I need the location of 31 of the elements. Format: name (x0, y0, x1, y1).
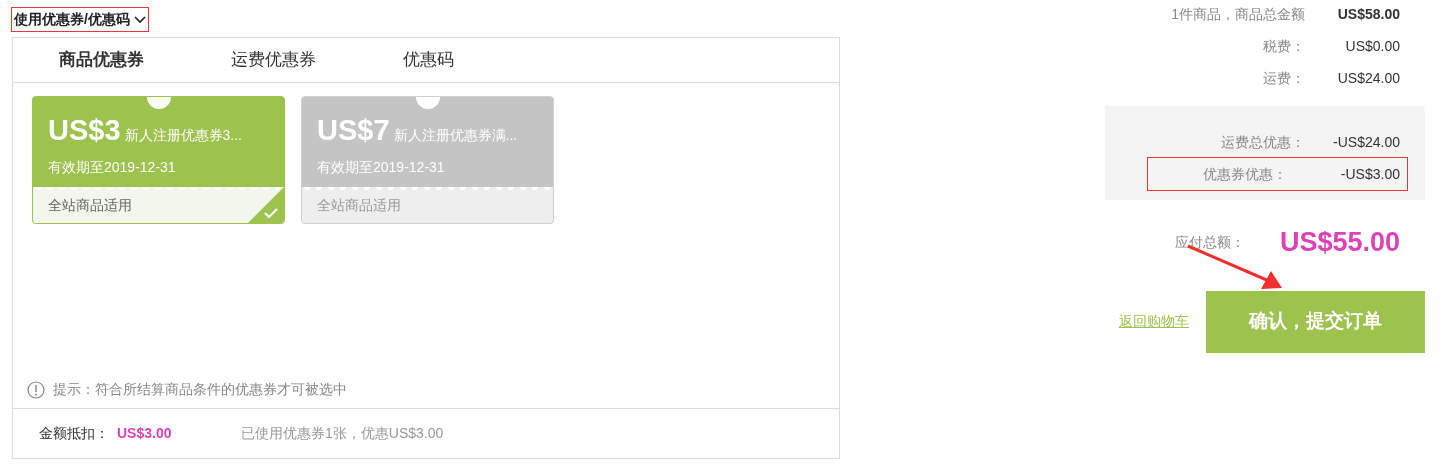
coupon-toggle[interactable]: 使用优惠券/优惠码 (12, 8, 148, 31)
coupon-amount: US$3 (48, 113, 121, 148)
caret-icon (133, 16, 146, 25)
coupon-scope: 全站商品适用 (302, 187, 553, 223)
coupon-tab[interactable]: 商品优惠券 (53, 38, 225, 82)
summary-label: 运费： (1263, 68, 1305, 88)
summary-value: US$24.00 (1336, 68, 1401, 88)
hint-text: 提示：符合所结算商品条件的优惠券才可被选中 (53, 380, 347, 399)
summary-label: 优惠券优惠： (1203, 164, 1287, 184)
summary-value: -US$24.00 (1332, 132, 1401, 152)
summary-value: US$0.00 (1344, 36, 1401, 56)
summary-value: -US$3.00 (1339, 164, 1401, 184)
coupon-validity: 有效期至2019-12-31 (48, 157, 177, 177)
summary-label: 1件商品，商品总金额 (1171, 4, 1305, 24)
coupon-amount: US$7 (317, 113, 390, 148)
coupon-tab[interactable]: 运费优惠券 (225, 38, 397, 82)
coupon-validity: 有效期至2019-12-31 (317, 157, 446, 177)
info-icon (27, 380, 45, 399)
summary-label: 运费总优惠： (1221, 132, 1305, 152)
deduction-value: US$3.00 (117, 424, 173, 443)
summary-value: US$58.00 (1336, 4, 1401, 24)
coupon-tab[interactable]: 优惠码 (397, 38, 569, 82)
coupon-scope: 全站商品适用 (33, 187, 284, 223)
coupon-card[interactable]: US$3 新人注册优惠券3... 有效期至2019-12-31 全站商品适用 (32, 96, 285, 224)
usage-note: 已使用优惠券1张，优惠US$3.00 (241, 424, 444, 443)
coupon-title: 新人注册优惠券满... (393, 126, 518, 145)
total-value: US$55.00 (1279, 226, 1400, 259)
summary-label: 税费： (1263, 36, 1305, 56)
check-icon (248, 187, 284, 223)
coupon-title: 新人注册优惠券3... (124, 126, 242, 145)
deduction-label: 金额抵扣： (39, 424, 109, 443)
